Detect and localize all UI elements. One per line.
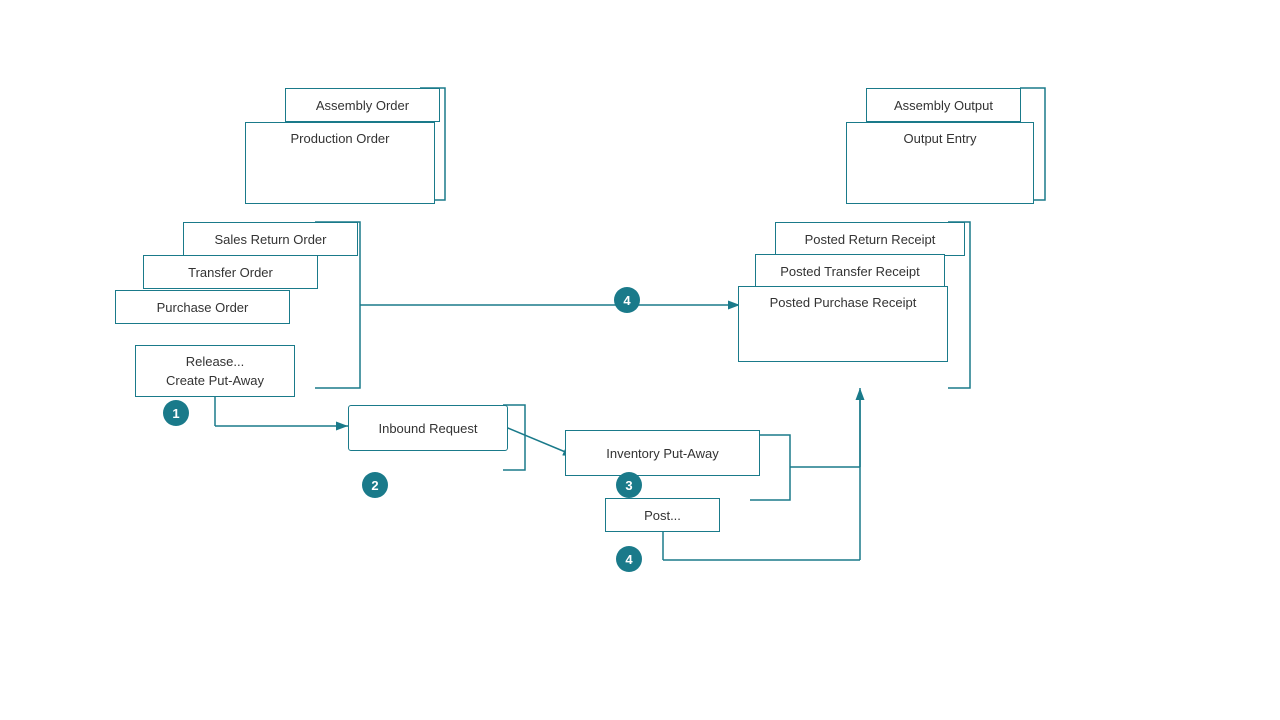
badge-4-bottom: 4 [616,546,642,572]
badge-1: 1 [163,400,189,426]
posted-purchase-receipt-box: Posted Purchase Receipt [738,286,948,362]
badge-3: 3 [616,472,642,498]
production-order-box: Production Order [245,122,435,204]
output-entry-box: Output Entry [846,122,1034,204]
purchase-order-box: Purchase Order [115,290,290,324]
assembly-order-box: Assembly Order [285,88,440,122]
release-putaway-box: Release... Create Put-Away [135,345,295,397]
assembly-output-box: Assembly Output [866,88,1021,122]
badge-2: 2 [362,472,388,498]
inbound-request-box: Inbound Request [348,405,508,451]
sales-return-order-box: Sales Return Order [183,222,358,256]
badge-4-top: 4 [614,287,640,313]
inventory-putaway-box: Inventory Put-Away [565,430,760,476]
post-box: Post... [605,498,720,532]
diagram: Assembly Order Production Order Assembly… [0,0,1280,720]
posted-return-receipt-box: Posted Return Receipt [775,222,965,256]
posted-transfer-receipt-box: Posted Transfer Receipt [755,254,945,288]
transfer-order-box: Transfer Order [143,255,318,289]
